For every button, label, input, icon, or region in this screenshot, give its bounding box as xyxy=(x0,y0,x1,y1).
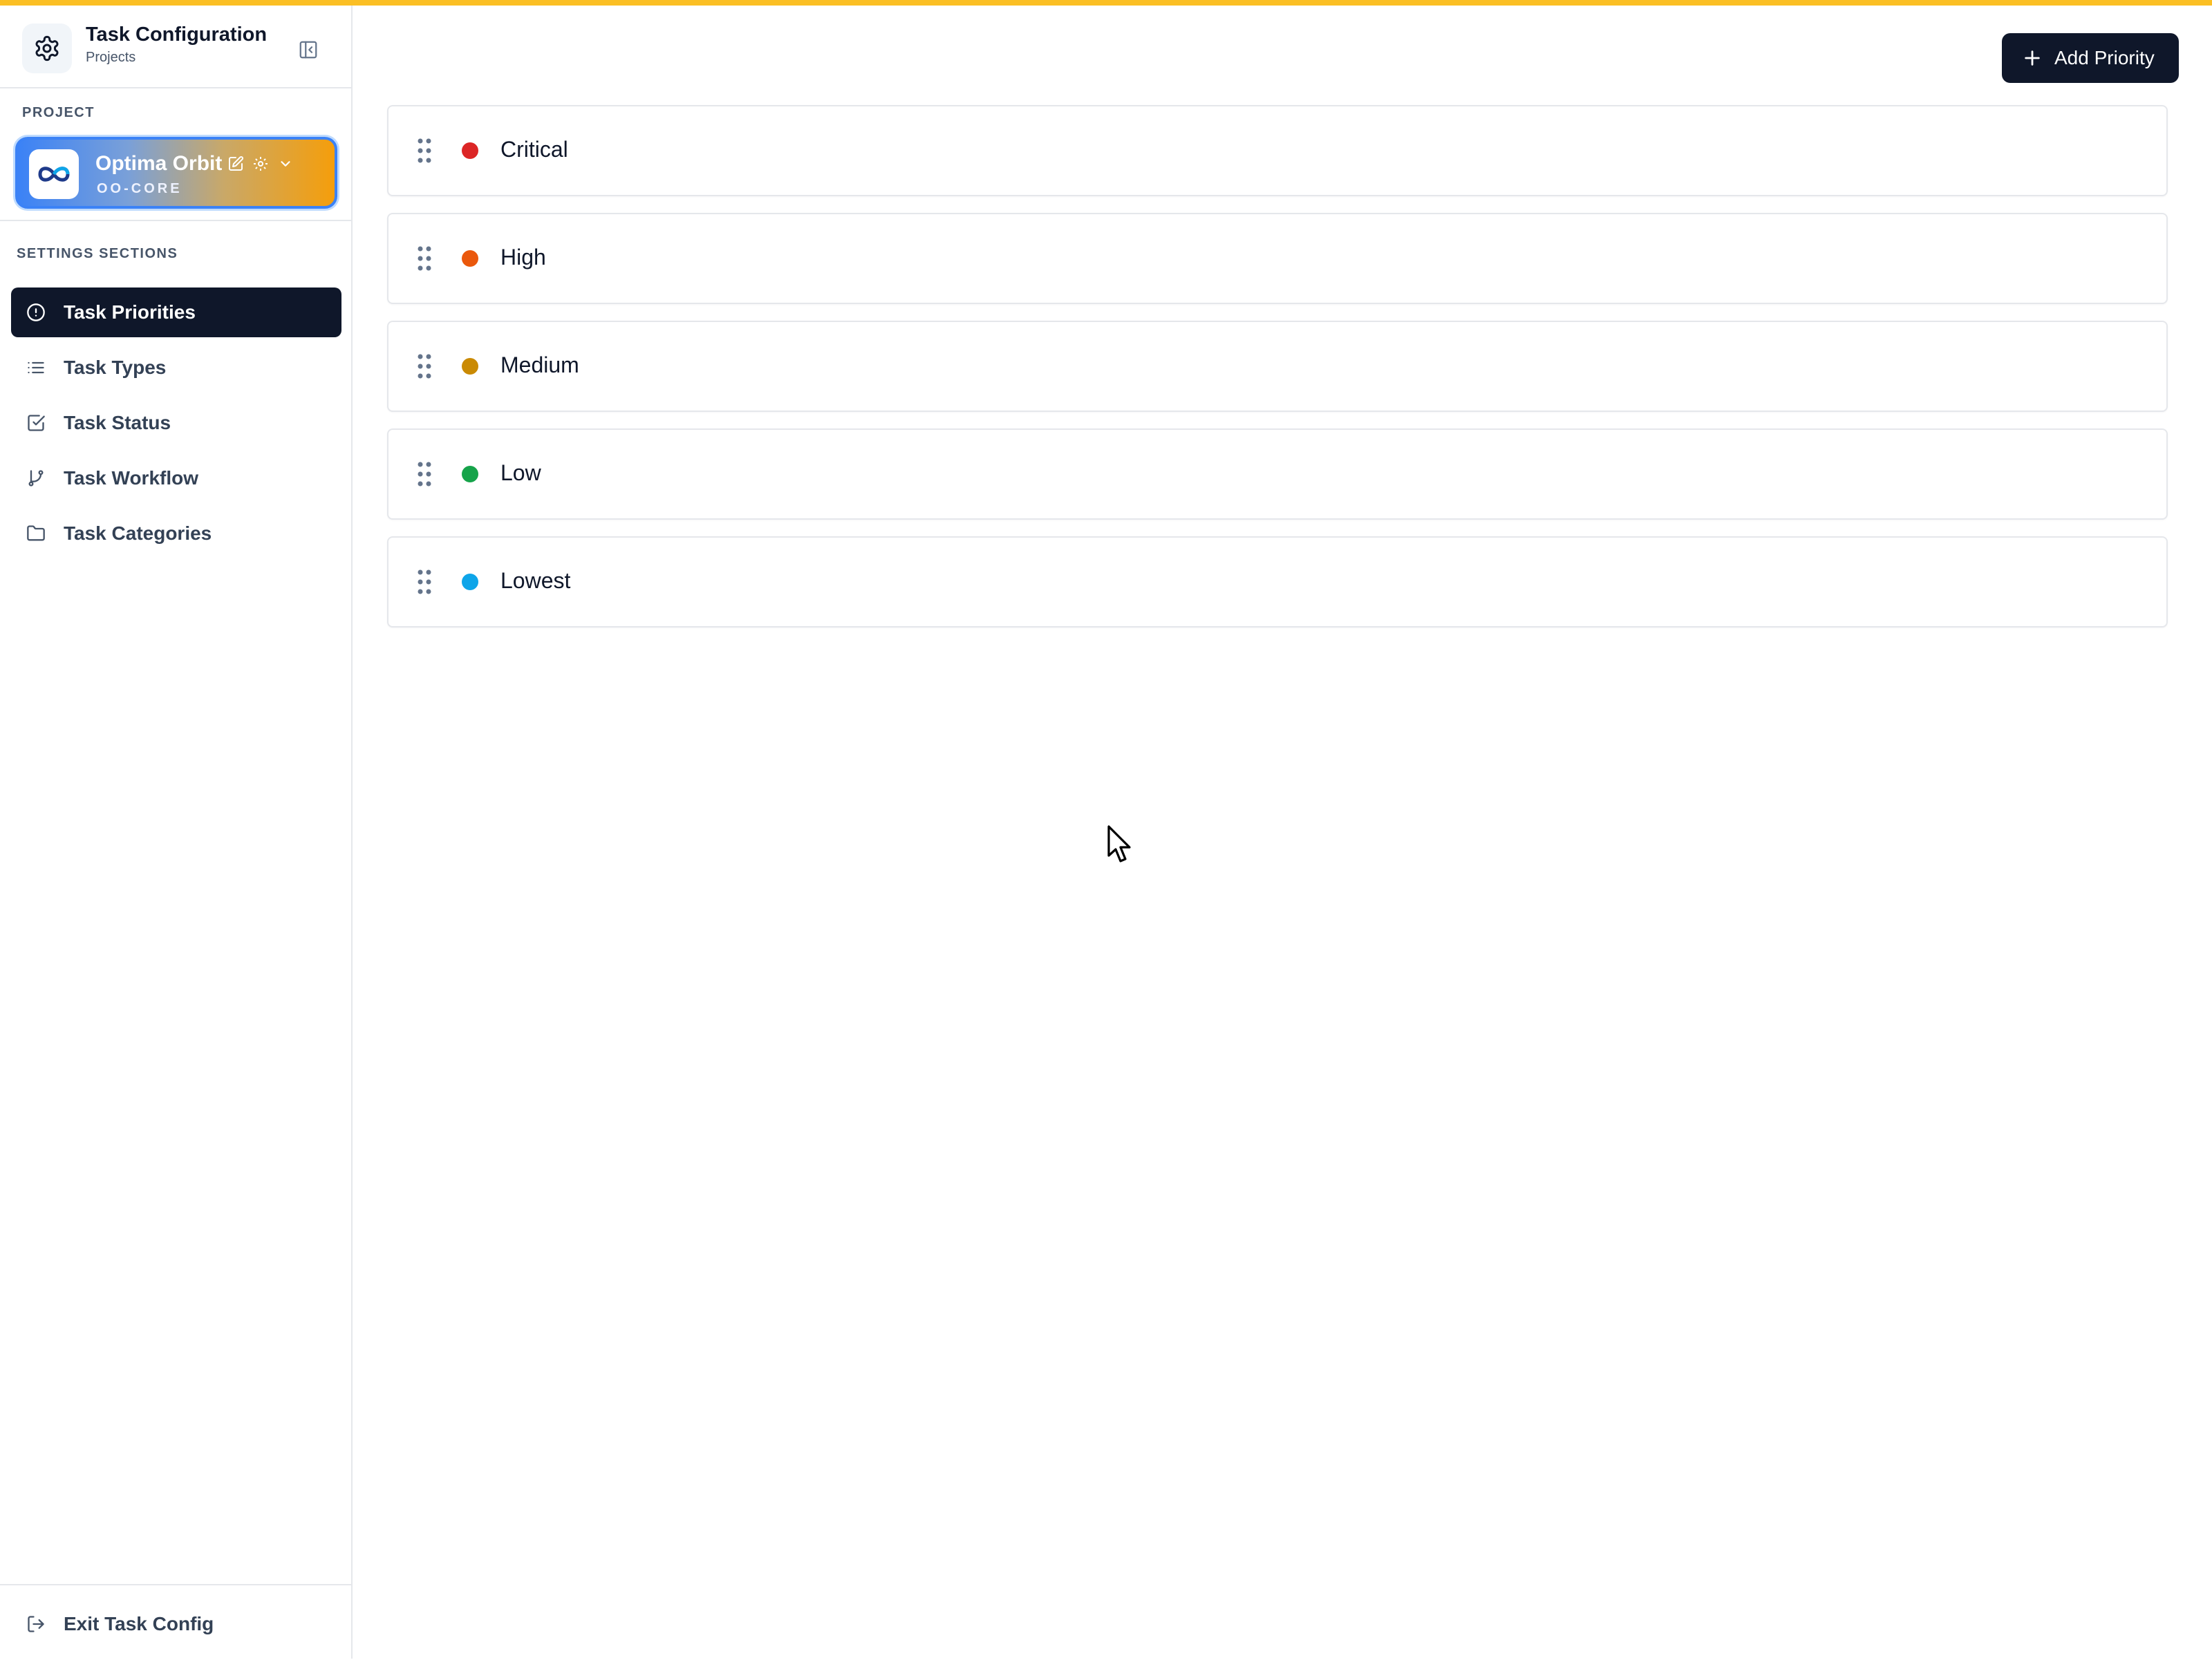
sidebar-item-label: Task Categories xyxy=(64,522,212,544)
priority-list: Critical High Medium Low Lowest xyxy=(387,105,2168,644)
collapse-sidebar-button[interactable] xyxy=(293,35,324,65)
project-logo xyxy=(29,149,79,199)
divider xyxy=(0,220,351,221)
sidebar-item-label: Task Priorities xyxy=(64,301,196,323)
exit-label: Exit Task Config xyxy=(64,1613,214,1634)
priority-color-dot xyxy=(462,466,478,482)
priority-color-dot xyxy=(462,358,478,375)
drag-handle-icon[interactable] xyxy=(418,138,431,163)
settings-nav: Task Priorities Task Types Task Status T… xyxy=(11,287,341,564)
drag-handle-icon[interactable] xyxy=(418,354,431,379)
log-out-icon xyxy=(26,1614,46,1634)
exit-task-config-button[interactable]: Exit Task Config xyxy=(11,1602,336,1646)
project-section-label: PROJECT xyxy=(22,105,95,120)
add-priority-button[interactable]: Add Priority xyxy=(2002,33,2179,83)
priority-row[interactable]: Low xyxy=(387,428,2168,520)
drag-handle-icon[interactable] xyxy=(418,569,431,594)
sidebar-item-task-workflow[interactable]: Task Workflow xyxy=(11,453,341,503)
priority-color-dot xyxy=(462,142,478,159)
priority-row[interactable]: Medium xyxy=(387,321,2168,412)
sidebar-item-task-status[interactable]: Task Status xyxy=(11,398,341,448)
priority-row[interactable]: High xyxy=(387,213,2168,304)
app-subtitle: Projects xyxy=(86,50,136,65)
list-icon xyxy=(26,358,46,377)
project-selector[interactable]: Optima Orbit OO-CORE xyxy=(15,137,337,209)
project-code: OO-CORE xyxy=(97,181,182,196)
sidebar-header: Task Configuration Projects xyxy=(0,6,351,88)
priority-label: Lowest xyxy=(500,568,571,593)
priority-label: Critical xyxy=(500,137,568,162)
app-title: Task Configuration xyxy=(86,23,268,46)
folder-icon xyxy=(26,524,46,543)
priority-label: Medium xyxy=(500,352,579,377)
plus-icon xyxy=(2025,50,2040,66)
edit-icon[interactable] xyxy=(227,155,245,173)
drag-handle-icon[interactable] xyxy=(418,246,431,271)
sidebar-item-label: Task Workflow xyxy=(64,467,199,489)
gear-icon xyxy=(22,23,72,73)
settings-sections-label: SETTINGS SECTIONS xyxy=(17,246,178,261)
alert-circle-icon xyxy=(26,303,46,322)
sidebar-footer: Exit Task Config xyxy=(0,1584,351,1660)
sidebar-item-task-types[interactable]: Task Types xyxy=(11,343,341,393)
git-branch-icon xyxy=(26,469,46,488)
sidebar-item-label: Task Status xyxy=(64,412,171,433)
priority-row[interactable]: Critical xyxy=(387,105,2168,196)
panel-left-close-icon xyxy=(299,41,317,59)
project-name: Optima Orbit xyxy=(95,152,223,175)
mouse-cursor-icon xyxy=(1107,825,1131,862)
chevron-down-icon[interactable] xyxy=(276,155,294,173)
sidebar: Task Configuration Projects PROJECT Opti… xyxy=(0,6,353,1659)
sidebar-item-task-priorities[interactable]: Task Priorities xyxy=(11,287,341,337)
sidebar-item-task-categories[interactable]: Task Categories xyxy=(11,509,341,558)
top-accent-bar xyxy=(0,0,2212,6)
drag-handle-icon[interactable] xyxy=(418,462,431,487)
project-settings-icon[interactable] xyxy=(252,155,270,173)
check-square-icon xyxy=(26,413,46,433)
priority-color-dot xyxy=(462,574,478,590)
priority-row[interactable]: Lowest xyxy=(387,536,2168,628)
sidebar-item-label: Task Types xyxy=(64,357,167,378)
priority-color-dot xyxy=(462,250,478,267)
add-priority-label: Add Priority xyxy=(2054,47,2155,68)
priority-label: High xyxy=(500,245,546,270)
priority-label: Low xyxy=(500,460,541,485)
